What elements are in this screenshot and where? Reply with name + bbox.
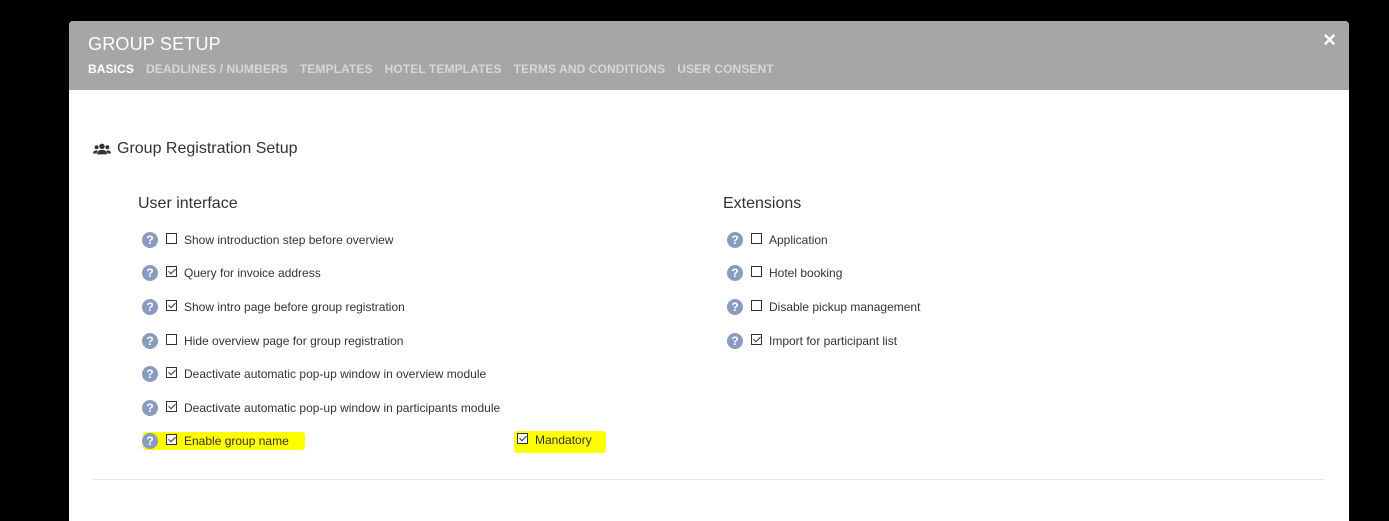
help-icon[interactable]: ? (727, 232, 743, 248)
option-label: Deactivate automatic pop-up window in ov… (184, 367, 487, 381)
option-deactivate-popup-overview: ? Deactivate automatic pop-up window in … (142, 366, 486, 382)
help-icon[interactable]: ? (142, 265, 158, 281)
checkbox[interactable] (751, 265, 762, 277)
help-icon[interactable]: ? (142, 366, 158, 382)
help-icon[interactable]: ? (142, 232, 158, 248)
option-show-intro-page: ? Show intro page before group registrat… (142, 299, 405, 315)
help-icon[interactable]: ? (142, 433, 158, 449)
close-icon[interactable]: × (1323, 29, 1336, 51)
option-label: Show intro page before group registratio… (184, 300, 405, 314)
option-label: Deactivate automatic pop-up window in pa… (184, 401, 501, 415)
option-label: Mandatory (535, 433, 592, 447)
checkbox[interactable] (166, 400, 177, 412)
option-label: Application (769, 233, 828, 247)
checkbox[interactable] (166, 433, 177, 445)
extensions-title: Extensions (723, 195, 802, 212)
divider (93, 479, 1325, 480)
checkbox[interactable] (166, 366, 177, 378)
option-label: Hide overview page for group registratio… (184, 334, 404, 348)
user-interface-title: User interface (138, 195, 238, 212)
option-label: Import for participant list (769, 334, 898, 348)
extension-disable-pickup: ? Disable pickup management (727, 299, 920, 315)
checkbox[interactable] (517, 432, 528, 444)
checkbox[interactable] (751, 333, 762, 345)
section-title-text: Group Registration Setup (117, 140, 298, 157)
tab-hotel-templates[interactable]: HOTEL TEMPLATES (385, 62, 502, 76)
checkbox[interactable] (166, 299, 177, 311)
tab-terms-and-conditions[interactable]: TERMS AND CONDITIONS (514, 62, 666, 76)
option-label: Show introduction step before overview (184, 233, 394, 247)
modal-header: GROUP SETUP BASICS DEADLINES / NUMBERS T… (69, 21, 1349, 90)
help-icon[interactable]: ? (727, 333, 743, 349)
option-label: Query for invoice address (184, 266, 321, 280)
checkbox[interactable] (166, 333, 177, 345)
option-label: Disable pickup management (769, 300, 921, 314)
extension-application: ? Application (727, 232, 828, 248)
group-setup-modal: GROUP SETUP BASICS DEADLINES / NUMBERS T… (69, 21, 1349, 521)
checkbox[interactable] (166, 232, 177, 244)
option-mandatory: Mandatory (517, 432, 592, 447)
option-show-introduction-step: ? Show introduction step before overview (142, 232, 393, 248)
help-icon[interactable]: ? (142, 299, 158, 315)
tab-basics[interactable]: BASICS (88, 62, 134, 76)
tab-templates[interactable]: TEMPLATES (300, 62, 373, 76)
tab-deadlines-numbers[interactable]: DEADLINES / NUMBERS (146, 62, 288, 76)
help-icon[interactable]: ? (142, 333, 158, 349)
option-hide-overview-page: ? Hide overview page for group registrat… (142, 333, 403, 349)
section-title: Group Registration Setup (93, 140, 298, 158)
tab-user-consent[interactable]: USER CONSENT (677, 62, 774, 76)
help-icon[interactable]: ? (142, 400, 158, 416)
checkbox[interactable] (751, 232, 762, 244)
option-enable-group-name: ? Enable group name (142, 433, 289, 449)
checkbox[interactable] (166, 265, 177, 277)
option-deactivate-popup-participants: ? Deactivate automatic pop-up window in … (142, 400, 500, 416)
extension-hotel-booking: ? Hotel booking (727, 265, 842, 281)
help-icon[interactable]: ? (727, 299, 743, 315)
option-label: Enable group name (184, 434, 289, 448)
group-icon (93, 143, 111, 155)
checkbox[interactable] (751, 299, 762, 311)
option-query-invoice-address: ? Query for invoice address (142, 265, 321, 281)
modal-title: GROUP SETUP (88, 34, 221, 54)
option-label: Hotel booking (769, 266, 843, 280)
help-icon[interactable]: ? (727, 265, 743, 281)
tab-bar: BASICS DEADLINES / NUMBERS TEMPLATES HOT… (88, 62, 774, 76)
extension-import-participant-list: ? Import for participant list (727, 333, 897, 349)
